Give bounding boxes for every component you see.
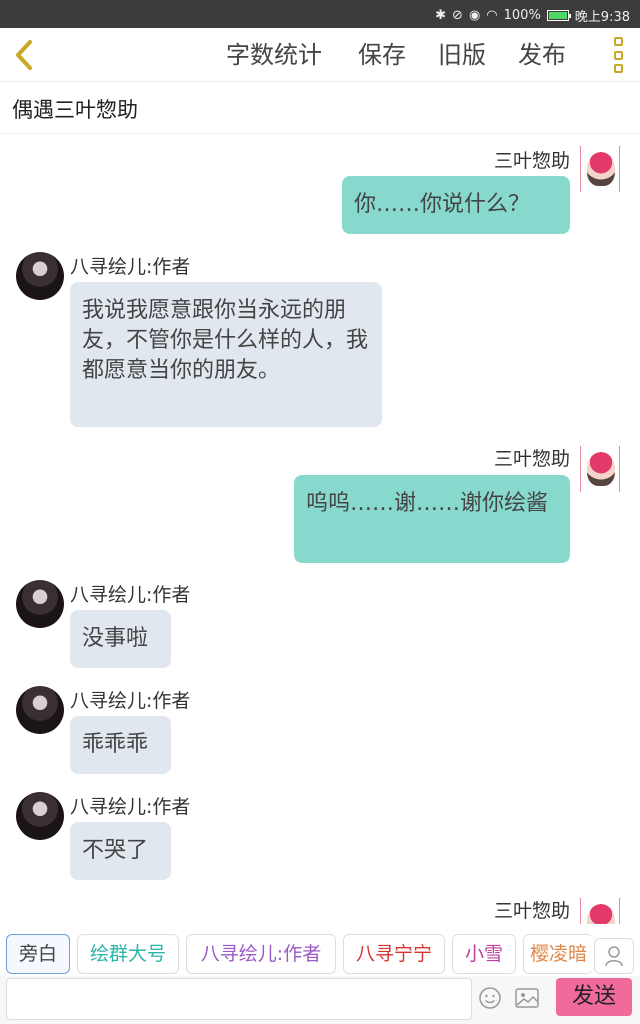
back-button[interactable]	[8, 36, 40, 74]
clock: 晚上9:38	[574, 10, 630, 25]
message-bubble[interactable]: 呜呜……谢……谢你绘酱	[294, 475, 570, 563]
more-icon-dot	[613, 50, 623, 60]
add-character-button[interactable]	[594, 938, 634, 974]
chevron-left-icon	[16, 40, 32, 70]
mute-icon: ⊘	[452, 8, 463, 23]
word-count-button[interactable]: 字数统计	[226, 38, 322, 72]
chip-character[interactable]: 樱凌暗	[523, 934, 593, 974]
more-menu-button[interactable]	[610, 37, 626, 73]
sender-name: 三叶惣助	[493, 448, 570, 470]
message-input[interactable]	[6, 978, 472, 1020]
avatar[interactable]	[580, 898, 620, 924]
sender-name: 三叶惣助	[493, 150, 570, 172]
message-bubble[interactable]: 没事啦	[70, 610, 171, 668]
avatar[interactable]	[580, 146, 620, 192]
battery-text: 100%	[503, 8, 541, 23]
sender-name: 八寻绘儿:作者	[70, 256, 191, 278]
sender-name: 三叶惣助	[493, 900, 570, 922]
emoji-icon[interactable]	[478, 986, 502, 1010]
eye-icon: ◉	[468, 8, 481, 23]
more-icon-dot	[613, 37, 623, 46]
avatar[interactable]	[16, 792, 64, 840]
publish-button[interactable]: 发布	[518, 38, 566, 72]
chip-character[interactable]: 八寻宁宁	[343, 934, 445, 974]
old-version-button[interactable]: 旧版	[438, 38, 486, 72]
person-icon	[605, 946, 623, 967]
chip-character[interactable]: 八寻绘儿:作者	[186, 934, 336, 974]
message-bubble[interactable]: 你……你说什么？	[342, 176, 570, 234]
message-bubble[interactable]: 我说我愿意跟你当永远的朋友，不管你是什么样的人，我都愿意当你的朋友。	[70, 282, 382, 427]
bluetooth-icon: ✱	[435, 8, 447, 23]
chip-character[interactable]: 绘群大号	[77, 934, 179, 974]
top-toolbar: 字数统计 保存 旧版 发布	[0, 28, 640, 82]
message-bubble[interactable]: 乖乖乖	[70, 716, 171, 774]
character-selector: 旁白 绘群大号 八寻绘儿:作者 八寻宁宁 小雪 樱凌暗	[0, 934, 640, 976]
story-title[interactable]: 偶遇三叶惣助	[12, 94, 138, 124]
story-title-bar: 偶遇三叶惣助	[0, 82, 640, 134]
sender-name: 八寻绘儿:作者	[70, 690, 191, 712]
avatar[interactable]	[16, 252, 64, 300]
chip-narration[interactable]: 旁白	[6, 934, 70, 974]
battery-icon	[546, 10, 571, 21]
sender-name: 八寻绘儿:作者	[70, 796, 191, 818]
chat-area[interactable]: 三叶惣助 你……你说什么？ 八寻绘儿:作者 我说我愿意跟你当永远的朋友，不管你是…	[0, 134, 640, 924]
send-button[interactable]: 发送	[556, 978, 632, 1016]
save-button[interactable]: 保存	[358, 38, 406, 72]
input-bar: 发送	[0, 976, 640, 1024]
avatar[interactable]	[16, 580, 64, 628]
image-icon[interactable]	[514, 986, 540, 1010]
wifi-icon: ◠	[486, 8, 498, 23]
avatar[interactable]	[580, 446, 620, 492]
more-icon-dot	[613, 64, 623, 73]
avatar[interactable]	[16, 686, 64, 734]
status-icons: ✱ ⊘ ◉ ◠ 100% 晚上9:38	[435, 6, 630, 25]
sender-name: 八寻绘儿:作者	[70, 584, 191, 606]
chip-character[interactable]: 小雪	[452, 934, 516, 974]
status-bar: ✱ ⊘ ◉ ◠ 100% 晚上9:38	[0, 0, 640, 28]
message-bubble[interactable]: 不哭了	[70, 822, 171, 880]
